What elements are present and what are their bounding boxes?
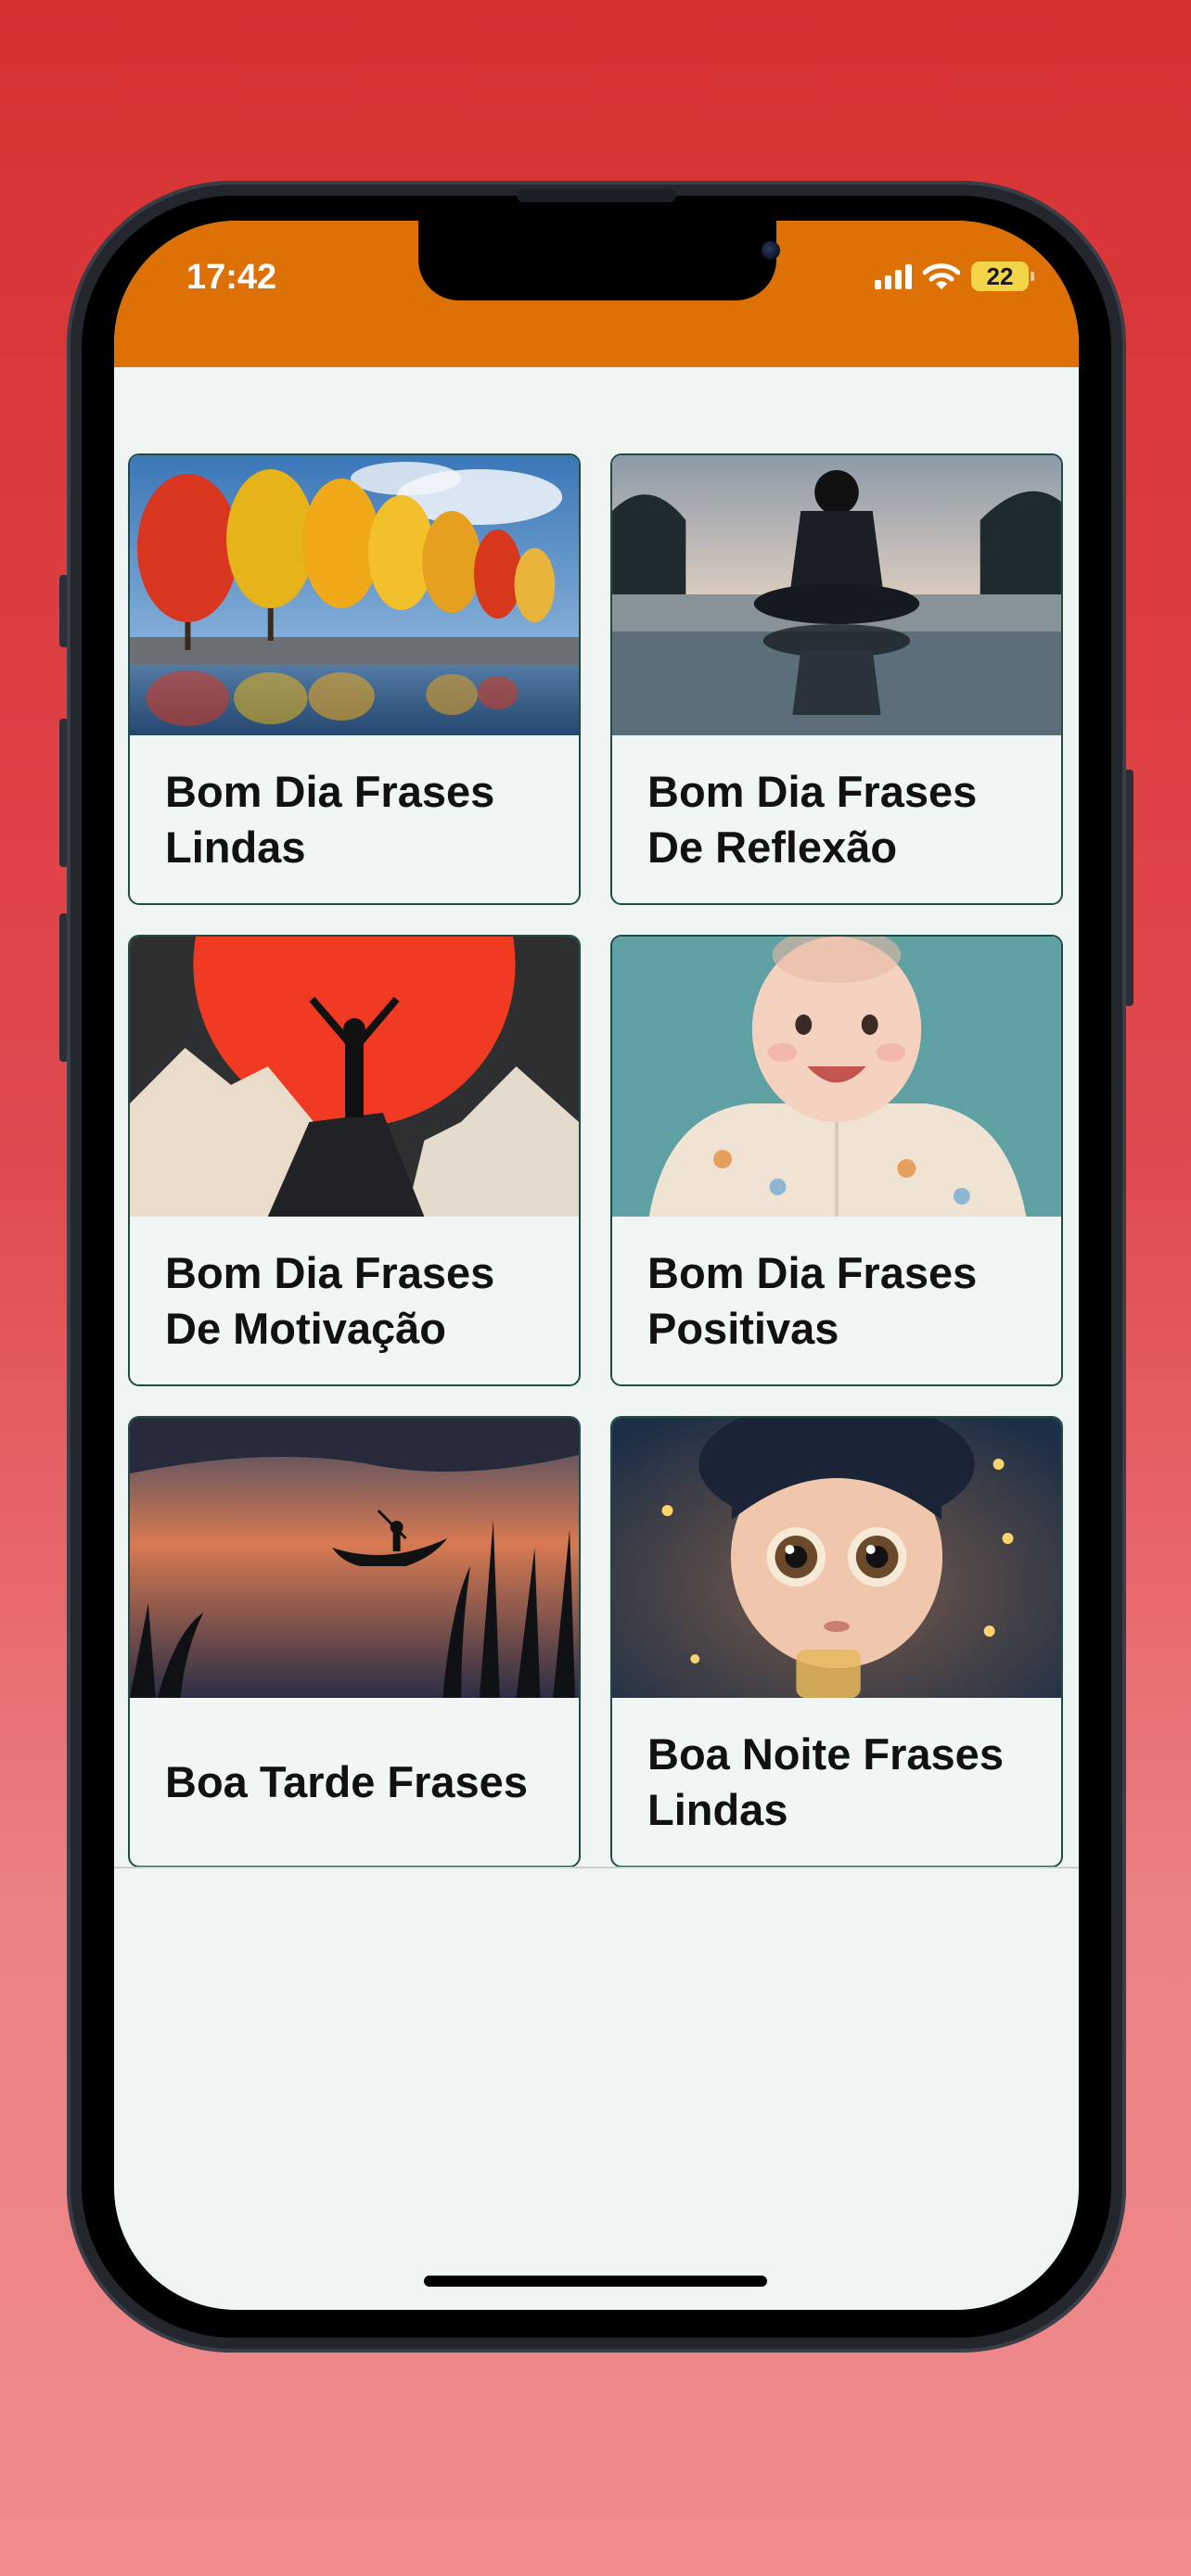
home-indicator[interactable]	[424, 2276, 767, 2287]
card-title: Bom Dia Frases Positivas	[647, 1247, 978, 1353]
card-title: Bom Dia Frases De Reflexão	[647, 766, 978, 872]
category-card-bom-dia-frases-positivas[interactable]: Bom Dia Frases Positivas	[610, 935, 1063, 1386]
card-title: Bom Dia Frases De Motivação	[165, 1247, 495, 1353]
earpiece-speaker	[517, 189, 676, 202]
status-icons: 22	[875, 261, 1034, 291]
person-arms-raised-red-sun-image	[130, 937, 579, 1217]
card-title: Boa Tarde Frases	[165, 1756, 528, 1806]
card-title: Boa Noite Frases Lindas	[647, 1728, 1004, 1834]
category-card-bom-dia-frases-de-reflexao[interactable]: Bom Dia Frases De Reflexão	[610, 453, 1063, 905]
category-grid[interactable]: Bom Dia Frases Lindas Bom Dia Frases De …	[114, 367, 1079, 1867]
cellular-signal-icon	[875, 263, 912, 289]
child-fireflies-image	[612, 1418, 1061, 1698]
battery-icon: 22	[971, 261, 1034, 291]
phone-screen: 17:42 22 Bom Dia Frases Lindas Bom Dia F…	[114, 221, 1079, 2310]
bottom-bar-divider	[114, 1867, 1079, 1868]
card-title: Bom Dia Frases Lindas	[165, 766, 495, 872]
category-card-boa-noite-frases-lindas[interactable]: Boa Noite Frases Lindas	[610, 1416, 1063, 1867]
category-card-boa-tarde-frases[interactable]: Boa Tarde Frases	[128, 1416, 581, 1867]
status-time: 17:42	[186, 258, 277, 297]
sunset-boat-lake-image	[130, 1418, 579, 1698]
front-camera	[762, 241, 780, 260]
smiling-baby-image	[612, 937, 1061, 1217]
autumn-trees-lake-image	[130, 455, 579, 735]
category-card-bom-dia-frases-de-motivacao[interactable]: Bom Dia Frases De Motivação	[128, 935, 581, 1386]
category-card-bom-dia-frases-lindas[interactable]: Bom Dia Frases Lindas	[128, 453, 581, 905]
camera-notch	[418, 221, 780, 300]
wifi-icon	[923, 263, 960, 289]
meditating-person-reflection-image	[612, 455, 1061, 735]
